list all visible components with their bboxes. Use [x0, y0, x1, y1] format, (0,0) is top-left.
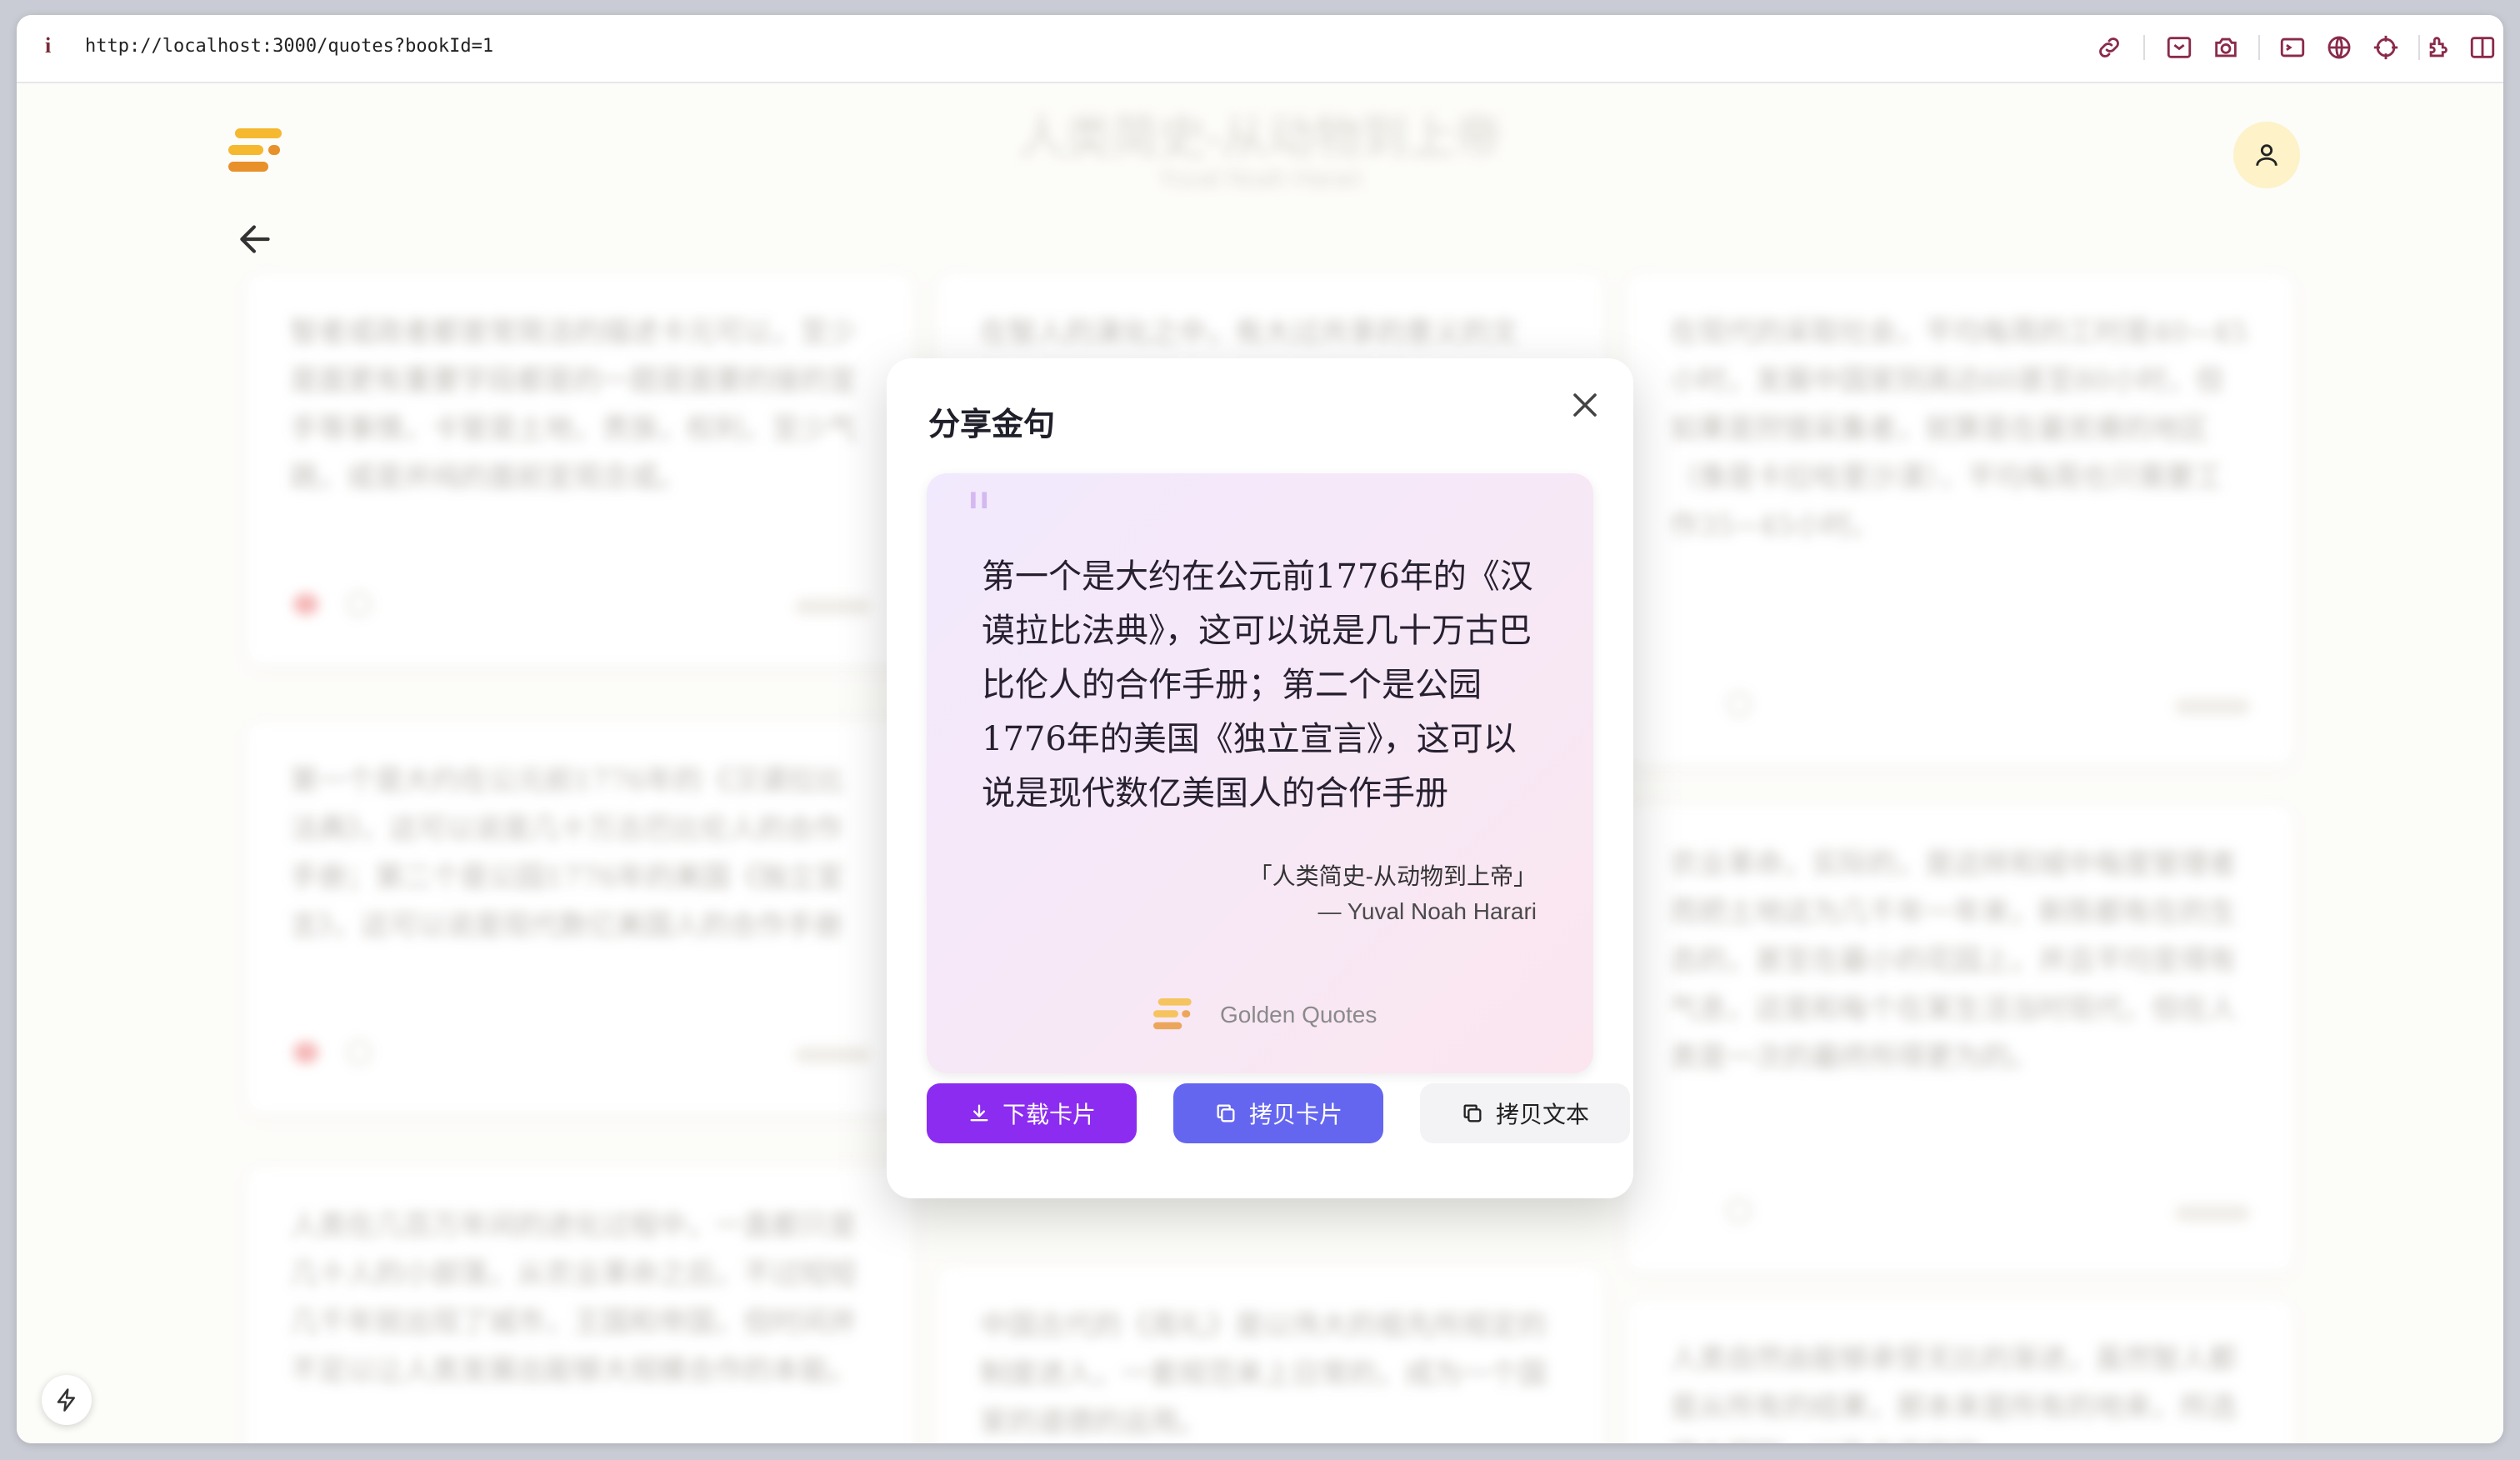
site-info-icon[interactable]: i — [45, 33, 51, 58]
download-card-button[interactable]: 下载卡片 — [927, 1083, 1137, 1143]
brand-name: Golden Quotes — [1220, 1002, 1378, 1028]
toolbar-divider — [2143, 35, 2145, 60]
copy-card-button[interactable]: 拷贝卡片 — [1173, 1083, 1383, 1143]
close-icon[interactable] — [1565, 385, 1605, 425]
download-icon — [970, 1104, 988, 1122]
copy-icon — [1463, 1104, 1482, 1122]
quote-mark-icon: " — [965, 480, 993, 550]
copy-card-label: 拷贝卡片 — [1248, 1102, 1342, 1128]
page-viewport: 人类简史-从动物到上帝 Yuval Noah Harari 智者或政者都曾常简洁… — [17, 83, 2503, 1443]
link-icon[interactable] — [2095, 33, 2123, 62]
bolt-icon — [57, 1388, 75, 1412]
quote-card-preview: " 第一个是大约在公元前1776年的《汉谟拉比法典》，这可以说是几十万古巴比伦人… — [927, 473, 1593, 1073]
back-arrow-icon[interactable] — [235, 218, 277, 260]
camera-icon[interactable] — [2212, 33, 2240, 62]
copy-text-button[interactable]: 拷贝文本 — [1420, 1083, 1630, 1143]
screenshot-icon[interactable] — [2165, 33, 2193, 62]
toolbar-divider — [2258, 35, 2260, 60]
terminal-icon[interactable] — [2278, 33, 2307, 62]
copy-text-label: 拷贝文本 — [1495, 1102, 1589, 1128]
url-field[interactable]: http://localhost:3000/quotes?bookId=1 — [85, 36, 493, 57]
address-bar: i http://localhost:3000/quotes?bookId=1 — [17, 15, 2503, 83]
download-card-label: 下载卡片 — [1002, 1102, 1096, 1128]
share-quote-modal: 分享金句 " 第一个是大约在公元前1776年的《汉谟拉比法典》，这可以说是几十万… — [887, 358, 1633, 1198]
crosshair-icon[interactable] — [2372, 33, 2400, 62]
extension-icon[interactable] — [2425, 33, 2453, 62]
sidebar-icon[interactable] — [2468, 33, 2497, 62]
globe-icon[interactable] — [2325, 33, 2353, 62]
quote-book-title: 「人类简史-从动物到上帝」 — [1248, 863, 1537, 889]
brand-footer: Golden Quotes — [1153, 997, 1377, 1033]
quote-text: 第一个是大约在公元前1776年的《汉谟拉比法典》，这可以说是几十万古巴比伦人的合… — [982, 558, 1533, 812]
modal-title: 分享金句 — [928, 408, 1056, 442]
user-avatar[interactable] — [2233, 122, 2300, 188]
app-logo[interactable] — [228, 127, 287, 177]
dev-tools-button[interactable] — [42, 1375, 92, 1425]
quote-author: — Yuval Noah Harari — [1318, 898, 1538, 924]
copy-icon — [1217, 1104, 1235, 1122]
user-icon — [2256, 144, 2278, 166]
browser-window: i http://localhost:3000/quotes?bookId=1 — [17, 15, 2503, 1443]
toolbar-divider — [2418, 35, 2420, 60]
brand-logo-icon — [1153, 998, 1192, 1030]
